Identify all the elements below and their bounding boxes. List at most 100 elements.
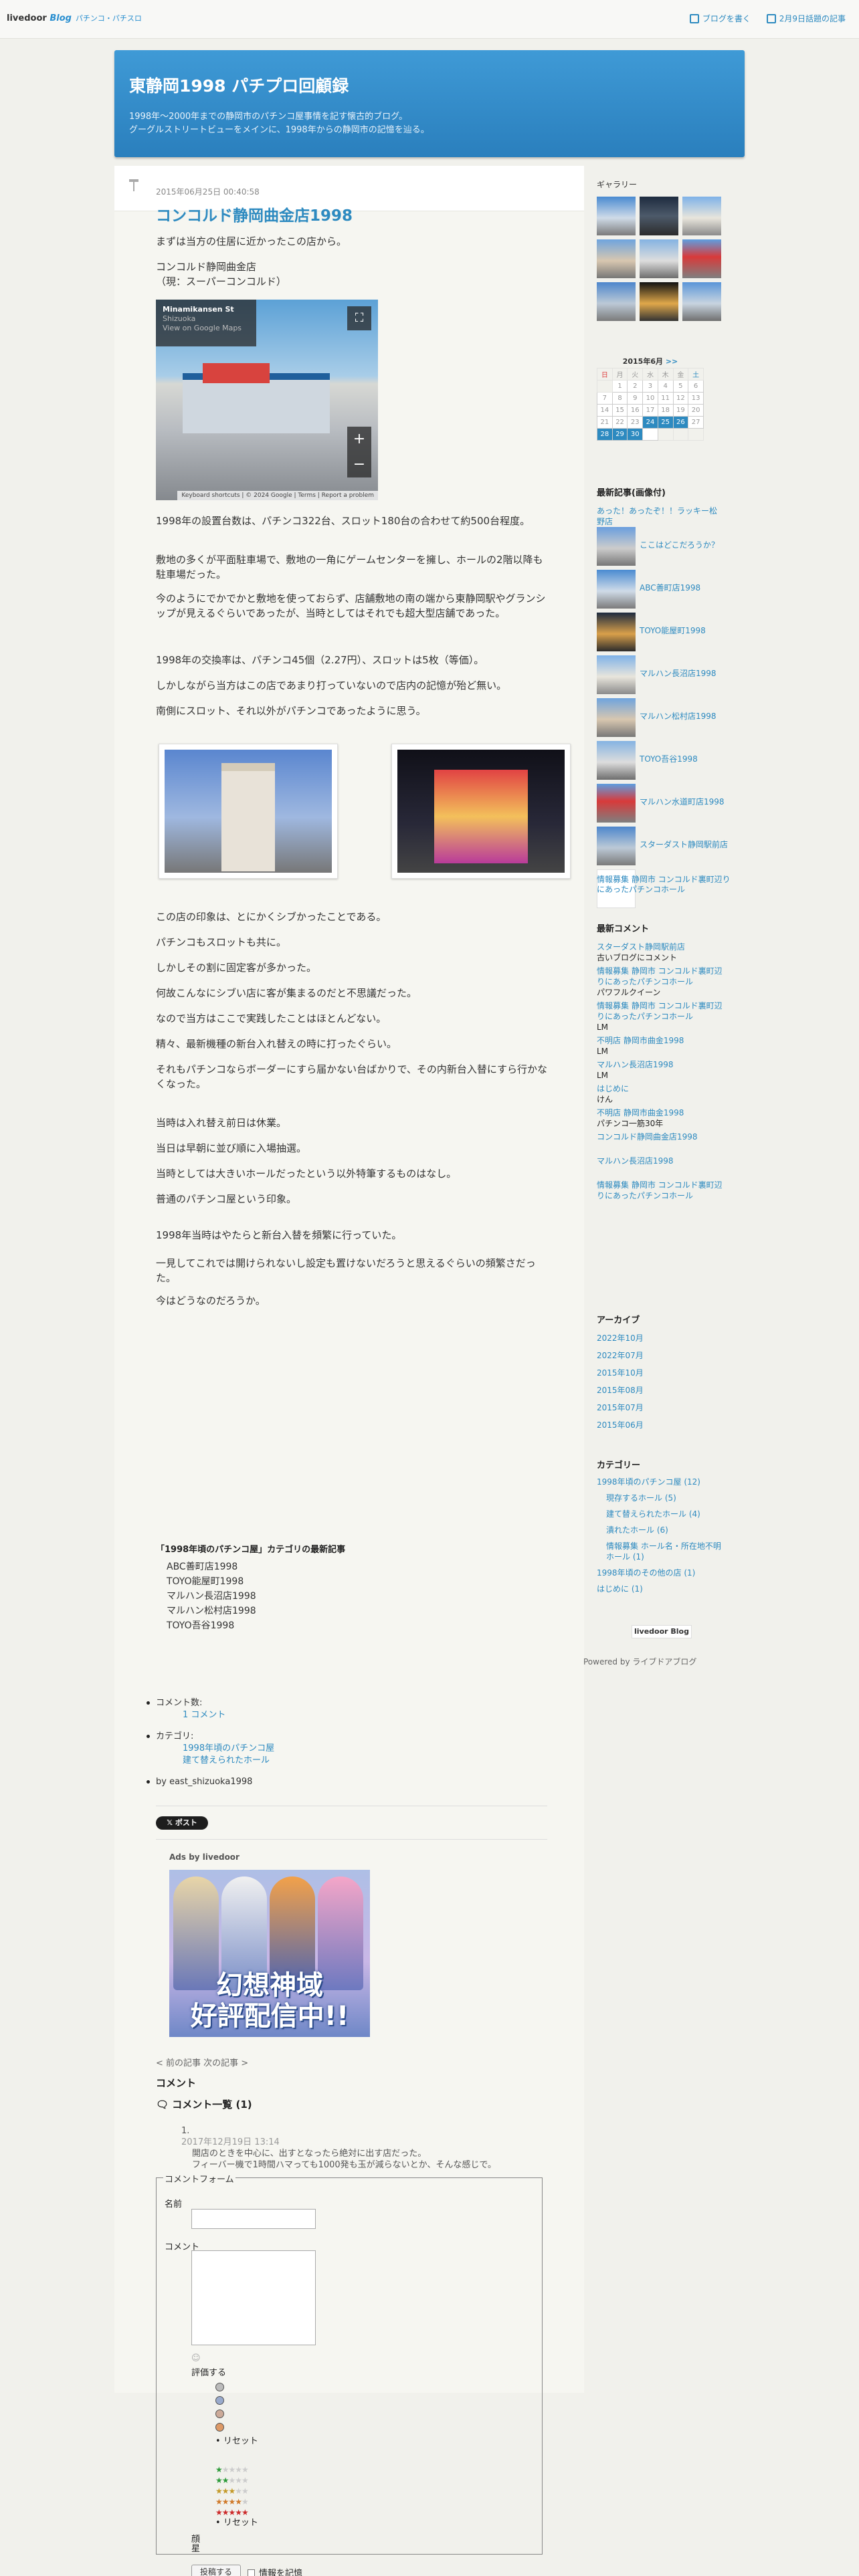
gallery-thumb[interactable] <box>640 239 678 278</box>
calendar-day-link[interactable]: 24 <box>642 416 658 429</box>
calendar-day-link[interactable]: 25 <box>657 416 674 429</box>
face-icon[interactable] <box>215 2422 258 2435</box>
archive-link[interactable]: 2015年06月 <box>597 1416 724 1434</box>
paragraph: 精々、最新機種の新台入れ替えの時に打ったぐらい。 <box>156 1038 397 1050</box>
archive-link[interactable]: 2022年10月 <box>597 1329 724 1347</box>
archive-link[interactable]: 2015年07月 <box>597 1399 724 1416</box>
comment-link[interactable]: コンコルド静岡曲金店1998 <box>597 1132 698 1142</box>
ad-banner[interactable]: 幻想神域 好評配信中!! <box>169 1870 370 2037</box>
trending-link[interactable]: 2月9日話題の記事 <box>766 13 846 24</box>
comment-link[interactable]: 情報募集 静岡市 コンコルド裏町辺りにあったパチンコホール <box>597 1001 723 1021</box>
comments-heading: コメント <box>156 2077 197 2089</box>
category-link[interactable]: 建て替えられたホール (4) <box>597 1506 724 1522</box>
star-1-icon[interactable]: ★★★★★ <box>215 2464 258 2475</box>
comment-link[interactable]: スターダスト静岡駅前店 <box>597 942 685 952</box>
paragraph: なので当方はここで実践したことはほとんどない。 <box>156 1012 387 1025</box>
star-5-icon[interactable]: ★★★★★ <box>215 2507 258 2518</box>
face-icon[interactable] <box>215 2381 258 2395</box>
categories: カテゴリー 1998年頃のパチンコ屋 (12) 現存するホール (5) 建て替え… <box>597 1458 724 1597</box>
category-link[interactable]: 1998年頃のパチンコ屋 (12) <box>597 1474 724 1490</box>
related-link[interactable]: TOYO吾谷1998 <box>167 1618 256 1633</box>
comment-link[interactable]: はじめに <box>597 1084 629 1093</box>
comment-link[interactable]: 情報募集 静岡市 コンコルド裏町辺りにあったパチンコホール <box>597 1180 723 1200</box>
livedoor-blog-logo[interactable]: livedoor Blog パチンコ・パチスロ <box>7 13 142 23</box>
category-link[interactable]: 現存するホール (5) <box>597 1490 724 1506</box>
submit-button[interactable]: 投稿する <box>191 2565 241 2576</box>
gallery-thumb[interactable] <box>597 197 636 235</box>
write-blog-link[interactable]: ブログを書く <box>689 13 751 24</box>
reset-link[interactable]: • リセット <box>215 2518 258 2529</box>
comment-count-link[interactable]: 1 コメント <box>156 1709 548 1721</box>
comment-link[interactable]: マルハン長沼店1998 <box>597 1060 674 1069</box>
comment-link[interactable]: 不明店 静岡市曲金1998 <box>597 1108 684 1117</box>
category-link[interactable]: 1998年頃のその他の店 (1) <box>597 1565 724 1581</box>
gallery-thumb[interactable] <box>597 239 636 278</box>
blog-title[interactable]: 東静岡1998 パチプロ回顧録 <box>129 73 349 97</box>
star-2-icon[interactable]: ★★★★★ <box>215 2475 258 2486</box>
photo-frame[interactable] <box>391 744 571 879</box>
gallery-thumb[interactable] <box>597 282 636 321</box>
google-maps-link[interactable]: View on Google Maps <box>163 324 250 333</box>
recent-thumb <box>597 784 636 823</box>
category-link[interactable]: はじめに (1) <box>597 1581 724 1597</box>
face-icon[interactable] <box>215 2395 258 2408</box>
star-4-icon[interactable]: ★★★★★ <box>215 2496 258 2507</box>
top-bar: livedoor Blog パチンコ・パチスロ ブログを書く 2月9日話題の記事 <box>0 0 859 39</box>
calendar-day-link[interactable]: 26 <box>672 416 689 429</box>
star-3-icon[interactable]: ★★★★★ <box>215 2486 258 2496</box>
post-button[interactable]: 𝕏 ポスト <box>156 1816 208 1830</box>
related-link[interactable]: マルハン松村店1998 <box>167 1604 256 1618</box>
livedoor-footer-logo[interactable]: livedoor Blog <box>632 1625 692 1638</box>
smile-icon[interactable]: ☺ <box>191 2353 201 2363</box>
paragraph: 南側にスロット、それ以外がパチンコであったように思う。 <box>156 705 426 717</box>
related-link[interactable]: TOYO能屋町1998 <box>167 1574 256 1589</box>
comment-link[interactable]: 情報募集 静岡市 コンコルド裏町辺りにあったパチンコホール <box>597 966 723 986</box>
paragraph: 何故こんなにシブい店に客が集まるのだと不思議だった。 <box>156 987 417 999</box>
related-link[interactable]: マルハン長沼店1998 <box>167 1589 256 1604</box>
map-footer[interactable]: Keyboard shortcuts | © 2024 Google | Ter… <box>177 491 378 500</box>
category-link[interactable]: 潰れたホール (6) <box>597 1522 724 1538</box>
archive-link[interactable]: 2022年07月 <box>597 1347 724 1364</box>
paragraph: 当日は早朝に並び順に入場抽選。 <box>156 1142 307 1154</box>
gallery-thumb[interactable] <box>682 239 721 278</box>
archive: アーカイブ 2022年10月 2022年07月 2015年10月 2015年08… <box>597 1312 724 1434</box>
street-view-embed[interactable]: Minamikansen St Shizuoka View on Google … <box>156 300 378 500</box>
calendar-day-link[interactable]: 28 <box>597 428 613 441</box>
zoom-in-icon[interactable]: + <box>347 427 371 452</box>
reset-link[interactable]: • リセット <box>215 2435 258 2448</box>
gallery-thumb[interactable] <box>682 282 721 321</box>
recent-thumb <box>597 613 636 651</box>
photo-frame[interactable] <box>159 744 338 879</box>
calendar-day-link[interactable]: 30 <box>627 428 644 441</box>
comment-textarea[interactable] <box>191 2250 316 2345</box>
calendar-week: 14 15 16 17 18 19 20 <box>597 404 704 417</box>
archive-link[interactable]: 2015年10月 <box>597 1364 724 1382</box>
comment-link[interactable]: マルハン長沼店1998 <box>597 1156 674 1166</box>
post-navigation[interactable]: < 前の記事 次の記事 > <box>156 2056 248 2068</box>
category-link[interactable]: 1998年頃のパチンコ屋 <box>156 1743 548 1755</box>
comment-link[interactable]: 不明店 静岡市曲金1998 <box>597 1036 684 1045</box>
calendar-day-link[interactable]: 29 <box>611 428 628 441</box>
gallery-thumb[interactable] <box>682 197 721 235</box>
face-icon[interactable] <box>215 2408 258 2422</box>
category-link[interactable]: 情報募集 ホール名・所在地不明ホール (1) <box>597 1541 724 1562</box>
paragraph: 今はどうなのだろうか。 <box>156 1295 266 1307</box>
archive-link[interactable]: 2015年08月 <box>597 1382 724 1399</box>
remember-checkbox[interactable]: 情報を記憶 <box>248 2566 302 2576</box>
related-link[interactable]: ABC善町店1998 <box>167 1560 256 1574</box>
category-link[interactable]: 建て替えられたホール <box>156 1755 548 1767</box>
zoom-control[interactable]: + − <box>347 427 371 477</box>
calendar-next[interactable]: >> <box>666 357 678 366</box>
gallery-thumb[interactable] <box>640 282 678 321</box>
name-input[interactable] <box>191 2209 316 2229</box>
zoom-out-icon[interactable]: − <box>347 452 371 477</box>
powered-by[interactable]: Powered by ライブドアブログ <box>583 1656 696 1667</box>
paragraph: この店の印象は、とにかくシブかったことである。 <box>156 911 387 923</box>
post-title[interactable]: コンコルド静岡曲金店1998 <box>156 203 353 225</box>
gallery-thumb[interactable] <box>640 197 678 235</box>
recent-comments: 最新コメント スターダスト静岡駅前店 古いブログにコメント 情報募集 静岡市 コン… <box>597 924 723 1200</box>
fullscreen-icon[interactable]: ⛶ <box>347 306 371 330</box>
paragraph: しかしその割に固定客が多かった。 <box>156 962 317 974</box>
store-photo-night <box>397 750 565 873</box>
recent-link[interactable]: あった！あったぞ！！ラッキー松野店 <box>597 506 717 526</box>
